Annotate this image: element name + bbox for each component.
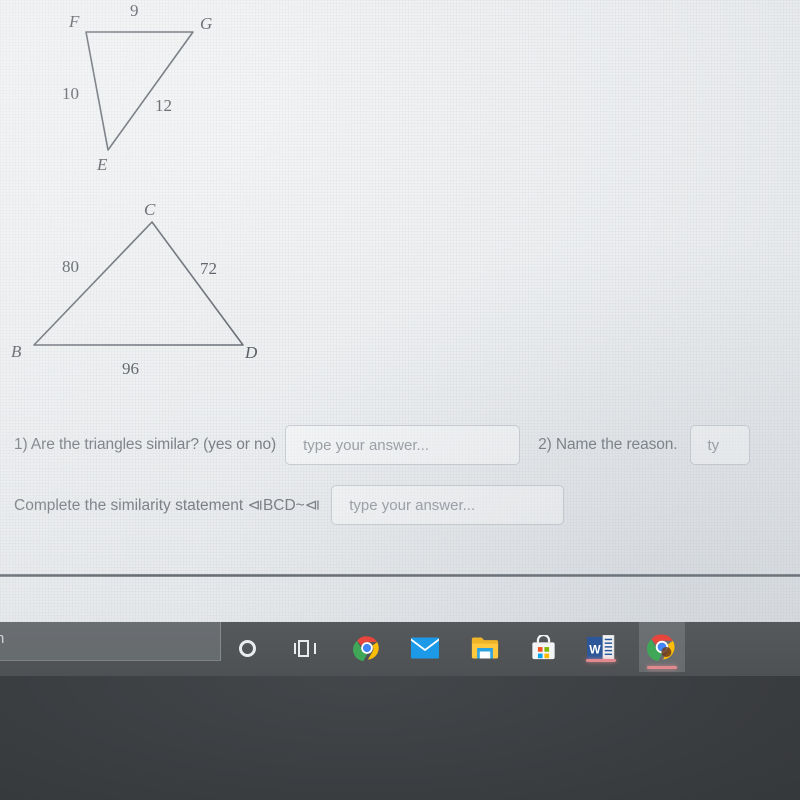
taskbar-ghost-text: n bbox=[0, 630, 5, 647]
task-view-icon bbox=[294, 639, 316, 657]
taskbar-item-chrome-active[interactable] bbox=[639, 622, 685, 672]
answer-input-1[interactable]: type your answer... bbox=[285, 425, 521, 465]
taskbar-indicator-word bbox=[586, 659, 616, 662]
svg-text:W: W bbox=[589, 643, 601, 657]
laptop-display: F G E 9 10 12 C B D 80 72 96 1) Are the … bbox=[0, 0, 800, 622]
question-row-2: Complete the similarity statement ⧏BCD~⧏… bbox=[14, 484, 565, 526]
screenshot-root: F G E 9 10 12 C B D 80 72 96 1) Are the … bbox=[0, 0, 800, 800]
side-label-fg: 9 bbox=[130, 1, 139, 20]
question-3-text: Complete the similarity statement ⧏BCD~⧏ bbox=[14, 496, 321, 514]
screen-bezel-line bbox=[0, 574, 800, 577]
vertex-label-e: E bbox=[97, 155, 108, 174]
taskbar-item-mail[interactable] bbox=[408, 631, 442, 665]
answer-input-3[interactable]: type your answer... bbox=[331, 485, 565, 525]
side-label-bd: 96 bbox=[122, 359, 139, 378]
vertex-label-c: C bbox=[144, 200, 156, 219]
chrome-icon-active bbox=[647, 634, 675, 662]
chrome-icon bbox=[353, 636, 379, 662]
side-label-eg: 12 bbox=[155, 96, 172, 115]
question-2-text: 2) Name the reason. bbox=[538, 436, 678, 453]
side-label-bc: 80 bbox=[62, 257, 79, 276]
taskbar-item-word[interactable]: W bbox=[584, 631, 618, 665]
vertex-label-f: F bbox=[69, 12, 80, 31]
taskbar-item-cortana[interactable] bbox=[230, 631, 264, 665]
taskbar-item-file-explorer[interactable] bbox=[468, 631, 502, 665]
taskbar-item-microsoft-store[interactable] bbox=[526, 631, 560, 665]
laptop-body-area bbox=[0, 676, 800, 800]
cortana-search-icon bbox=[238, 639, 256, 657]
microsoft-store-icon bbox=[531, 635, 555, 660]
triangle-bcd-drawing bbox=[33, 221, 244, 346]
taskbar-left-panel: n bbox=[0, 622, 221, 661]
vertex-label-d: D bbox=[245, 343, 258, 362]
vertex-label-b: B bbox=[11, 342, 22, 361]
triangle-feg-drawing bbox=[85, 31, 194, 151]
answer-input-2[interactable]: ty bbox=[689, 425, 750, 465]
windows-taskbar: n W bbox=[0, 622, 800, 676]
mail-icon bbox=[411, 637, 439, 659]
question-1-text: 1) Are the triangles similar? (yes or no… bbox=[14, 436, 277, 453]
figure-triangle-bcd: C B D 80 72 96 bbox=[0, 195, 300, 395]
file-explorer-icon bbox=[471, 637, 499, 659]
figure-triangle-feg: F G E 9 10 12 bbox=[0, 0, 300, 200]
side-label-cd: 72 bbox=[200, 259, 217, 278]
side-label-fe: 10 bbox=[62, 84, 79, 103]
taskbar-item-task-view[interactable] bbox=[288, 631, 322, 665]
taskbar-item-chrome[interactable] bbox=[350, 631, 384, 665]
taskbar-indicator-chrome bbox=[647, 666, 677, 669]
word-icon: W bbox=[587, 635, 615, 661]
question-row-1: 1) Are the triangles similar? (yes or no… bbox=[14, 424, 750, 466]
vertex-label-g: G bbox=[200, 14, 213, 33]
